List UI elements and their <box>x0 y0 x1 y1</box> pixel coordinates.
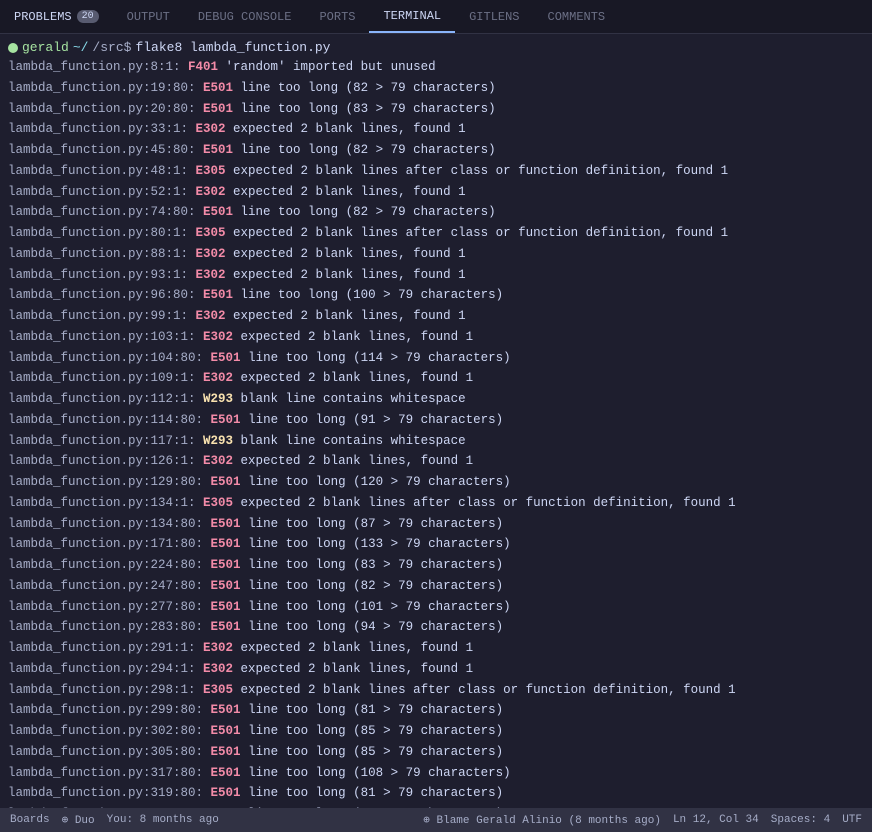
status-blame: ⊕ Blame Gerald Alinio (8 months ago) <box>423 813 661 827</box>
terminal-line: lambda_function.py:19:80: E501 line too … <box>0 78 872 99</box>
terminal-line: lambda_function.py:8:1: F401 'random' im… <box>0 57 872 78</box>
status-left: Boards ⊕ Duo You: 8 months ago <box>10 813 219 827</box>
prompt-line: gerald ~/ /src$ flake8 lambda_function.p… <box>0 38 872 57</box>
status-right: ⊕ Blame Gerald Alinio (8 months ago) Ln … <box>423 813 862 827</box>
tab-terminal[interactable]: TERMINAL <box>369 0 455 33</box>
prompt-src: /src$ <box>92 40 131 55</box>
terminal-line: lambda_function.py:134:1: E305 expected … <box>0 493 872 514</box>
tab-ports[interactable]: PORTS <box>305 0 369 33</box>
prompt-command: flake8 lambda_function.py <box>135 40 330 55</box>
terminal-line: lambda_function.py:224:80: E501 line too… <box>0 555 872 576</box>
status-encoding: UTF <box>842 814 862 826</box>
terminal-line: lambda_function.py:305:80: E501 line too… <box>0 742 872 763</box>
terminal-line: lambda_function.py:80:1: E305 expected 2… <box>0 223 872 244</box>
terminal-line: lambda_function.py:171:80: E501 line too… <box>0 534 872 555</box>
tab-comments[interactable]: COMMENTS <box>534 0 620 33</box>
terminal-line: lambda_function.py:302:80: E501 line too… <box>0 721 872 742</box>
output-lines: lambda_function.py:8:1: F401 'random' im… <box>0 57 872 808</box>
status-git: You: 8 months ago <box>107 814 219 826</box>
terminal-line: lambda_function.py:52:1: E302 expected 2… <box>0 182 872 203</box>
prompt-path: ~/ <box>73 40 89 55</box>
terminal-line: lambda_function.py:277:80: E501 line too… <box>0 597 872 618</box>
terminal-line: lambda_function.py:48:1: E305 expected 2… <box>0 161 872 182</box>
status-spaces: Spaces: 4 <box>771 814 830 826</box>
terminal-line: lambda_function.py:299:80: E501 line too… <box>0 700 872 721</box>
tab-problems[interactable]: PROBLEMS20 <box>0 0 113 33</box>
tab-debug-console[interactable]: DEBUG CONSOLE <box>184 0 306 33</box>
terminal-line: lambda_function.py:114:80: E501 line too… <box>0 410 872 431</box>
terminal-line: lambda_function.py:74:80: E501 line too … <box>0 202 872 223</box>
terminal-line: lambda_function.py:96:80: E501 line too … <box>0 285 872 306</box>
terminal-line: lambda_function.py:104:80: E501 line too… <box>0 348 872 369</box>
terminal-line: lambda_function.py:109:1: E302 expected … <box>0 368 872 389</box>
terminal-line: lambda_function.py:45:80: E501 line too … <box>0 140 872 161</box>
status-bar: Boards ⊕ Duo You: 8 months ago ⊕ Blame G… <box>0 808 872 832</box>
terminal-line: lambda_function.py:283:80: E501 line too… <box>0 617 872 638</box>
terminal-line: lambda_function.py:33:1: E302 expected 2… <box>0 119 872 140</box>
terminal-line: lambda_function.py:93:1: E302 expected 2… <box>0 265 872 286</box>
terminal-line: lambda_function.py:319:80: E501 line too… <box>0 783 872 804</box>
terminal-line: lambda_function.py:298:1: E305 expected … <box>0 680 872 701</box>
terminal-line: lambda_function.py:103:1: E302 expected … <box>0 327 872 348</box>
tab-gitlens[interactable]: GITLENS <box>455 0 533 33</box>
tab-bar: PROBLEMS20OUTPUTDEBUG CONSOLEPORTSTERMIN… <box>0 0 872 34</box>
prompt-indicator <box>8 43 18 53</box>
terminal-line: lambda_function.py:291:1: E302 expected … <box>0 638 872 659</box>
terminal-line: lambda_function.py:88:1: E302 expected 2… <box>0 244 872 265</box>
prompt-user: gerald <box>22 40 69 55</box>
terminal-line: lambda_function.py:294:1: E302 expected … <box>0 659 872 680</box>
terminal-line: lambda_function.py:247:80: E501 line too… <box>0 576 872 597</box>
terminal-line: lambda_function.py:317:80: E501 line too… <box>0 763 872 784</box>
terminal-line: lambda_function.py:134:80: E501 line too… <box>0 514 872 535</box>
terminal-line: lambda_function.py:112:1: W293 blank lin… <box>0 389 872 410</box>
status-position: Ln 12, Col 34 <box>673 814 759 826</box>
terminal-line: lambda_function.py:20:80: E501 line too … <box>0 99 872 120</box>
status-boards[interactable]: Boards <box>10 814 50 826</box>
terminal-line: lambda_function.py:117:1: W293 blank lin… <box>0 431 872 452</box>
status-duo: ⊕ Duo <box>62 813 95 827</box>
terminal-output[interactable]: gerald ~/ /src$ flake8 lambda_function.p… <box>0 34 872 808</box>
terminal-line: lambda_function.py:129:80: E501 line too… <box>0 472 872 493</box>
terminal-line: lambda_function.py:99:1: E302 expected 2… <box>0 306 872 327</box>
tab-output[interactable]: OUTPUT <box>113 0 184 33</box>
terminal-line: lambda_function.py:126:1: E302 expected … <box>0 451 872 472</box>
